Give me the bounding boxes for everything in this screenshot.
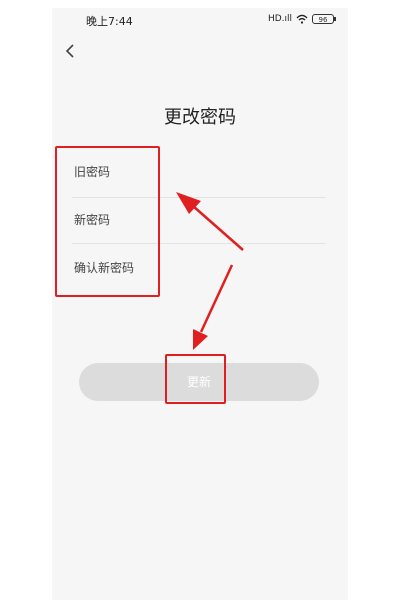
wifi-icon — [296, 14, 308, 24]
signal-icon: HD.ıll — [267, 13, 292, 24]
fields-highlight-box — [55, 146, 160, 297]
battery-icon: 96 — [312, 14, 336, 24]
status-icons: HD.ıll 96 — [267, 13, 336, 24]
phone-screen: 晚上7:44 HD.ıll 96 更改密码 旧密码 新密码 确认新密码 更新 — [52, 8, 348, 600]
button-highlight-box — [165, 354, 226, 404]
status-time: 晚上7:44 — [86, 15, 133, 28]
back-arrow-icon[interactable] — [64, 44, 78, 58]
status-bar: 晚上7:44 HD.ıll 96 — [52, 8, 348, 32]
page-title: 更改密码 — [164, 107, 236, 128]
